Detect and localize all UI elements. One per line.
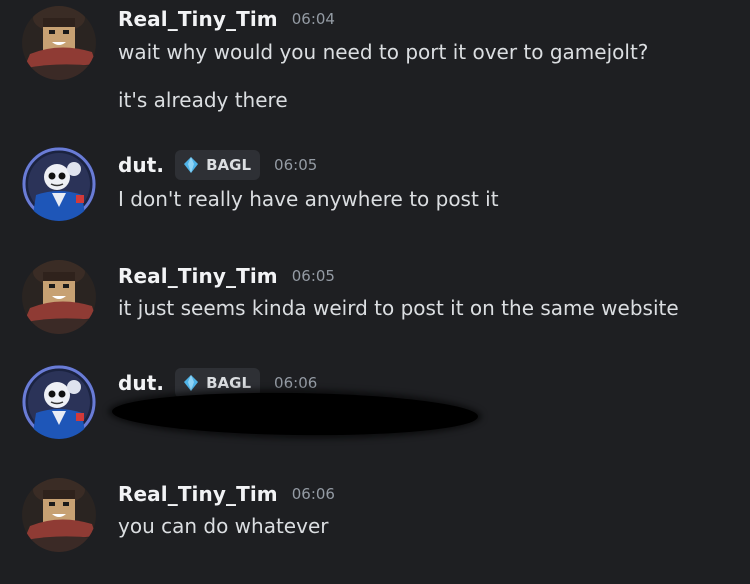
diamond-gem-icon [184,375,199,391]
message-text: you can do whatever [118,514,329,538]
message-text: it's already there [118,88,288,112]
message-text: I don't really have anywhere to post it [118,187,499,211]
message-text: wait why would you need to port it over … [118,40,649,64]
roblox-character-avatar-icon [22,6,96,80]
tag-label: BAGL [206,156,252,174]
avatar[interactable] [22,260,96,334]
timestamp: 06:05 [274,156,318,174]
message-header: Real_Tiny_Tim 06:04 [118,7,335,31]
username[interactable]: Real_Tiny_Tim [118,264,278,288]
username[interactable]: dut. [118,153,164,177]
clan-tag[interactable]: BAGL [175,150,261,180]
message-text: it just seems kinda weird to post it on … [118,296,679,320]
username[interactable]: dut. [118,371,164,395]
roblox-character-avatar-icon [22,478,96,552]
message-header: Real_Tiny_Tim 06:06 [118,482,335,506]
message-header: Real_Tiny_Tim 06:05 [118,264,335,288]
timestamp: 06:04 [291,10,335,28]
timestamp: 06:06 [274,374,318,392]
avatar[interactable] [22,478,96,552]
avatar[interactable] [22,6,96,80]
avatar[interactable] [22,147,96,221]
message-header: dut. BAGL 06:05 [118,150,317,180]
timestamp: 06:05 [291,267,335,285]
username[interactable]: Real_Tiny_Tim [118,7,278,31]
roblox-character-avatar-icon [22,260,96,334]
skeleton-character-avatar-icon [22,365,96,439]
redaction-scribble [111,390,479,438]
diamond-gem-icon [184,157,199,173]
tag-label: BAGL [206,374,252,392]
timestamp: 06:06 [291,485,335,503]
avatar[interactable] [22,365,96,439]
username[interactable]: Real_Tiny_Tim [118,482,278,506]
skeleton-character-avatar-icon [22,147,96,221]
